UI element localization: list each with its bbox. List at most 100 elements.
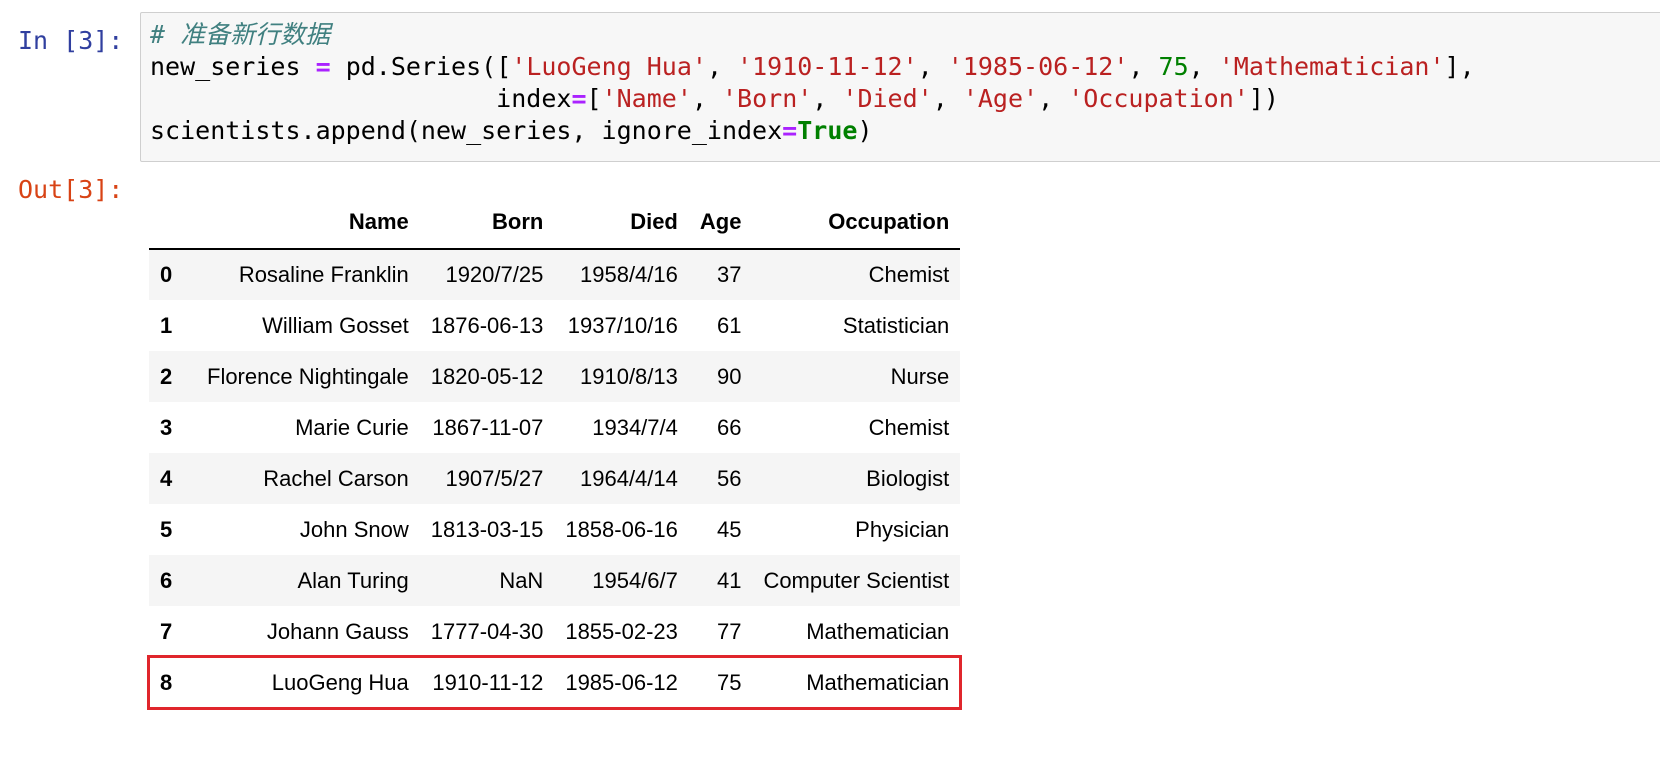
cell-occupation: Nurse bbox=[890, 363, 950, 389]
cell-name: William Gosset bbox=[262, 312, 409, 338]
cell-born: NaN bbox=[499, 567, 544, 593]
code-operator: = bbox=[571, 84, 587, 113]
header-occupation: Occupation bbox=[752, 196, 961, 250]
cell-born: 1867-11-07 bbox=[432, 414, 544, 440]
code-token: [ bbox=[586, 84, 602, 113]
cell-died: 1934/7/4 bbox=[592, 414, 678, 440]
cell-born: 1777-04-30 bbox=[430, 618, 544, 644]
code-token: , bbox=[812, 84, 843, 113]
cell-born: 1820-05-12 bbox=[430, 363, 544, 389]
cell-name: LuoGeng Hua bbox=[271, 669, 409, 695]
cell-age: 66 bbox=[716, 414, 742, 440]
cell-name: Marie Curie bbox=[295, 414, 409, 440]
cell-age: 90 bbox=[716, 363, 742, 389]
code-token: , bbox=[1128, 52, 1159, 81]
cell-occupation: Chemist bbox=[868, 414, 950, 440]
row-index: 6 bbox=[160, 567, 173, 593]
header-name: Name bbox=[196, 196, 420, 250]
table-row: 5 John Snow 1813-03-15 1858-06-16 45 Physicia… bbox=[149, 504, 960, 555]
output-prompt: Out[3]: bbox=[18, 175, 124, 204]
table-row-highlighted: 8 LuoGeng Hua 1910-11-12 1985-06-12 75 Mathem… bbox=[146, 655, 963, 710]
row-index: 1 bbox=[160, 312, 173, 338]
code-token: ]) bbox=[1248, 84, 1279, 113]
cell-died: 1855-02-23 bbox=[565, 618, 678, 644]
cell-occupation: Physician bbox=[855, 516, 950, 542]
header-age: Age bbox=[688, 196, 753, 250]
cell-died: 1958/4/16 bbox=[580, 262, 678, 287]
cell-name: Rachel Carson bbox=[263, 465, 409, 491]
header-row: Name Born Died Age Occupation bbox=[149, 196, 961, 250]
code-token: , bbox=[1188, 52, 1219, 81]
table-row: 2 Florence Nightingale 1820-05-12 1910/8/13… bbox=[149, 351, 961, 402]
cell-died: 1985-06-12 bbox=[565, 669, 678, 695]
cell-died: 1954/6/7 bbox=[592, 567, 678, 593]
cell-born: 1910-11-12 bbox=[432, 669, 544, 695]
cell-name: John Snow bbox=[299, 516, 409, 542]
cell-died: 1937/10/16 bbox=[567, 312, 678, 338]
code-line-1: # 准备新行数据 bbox=[150, 19, 1660, 51]
code-string: 'Died' bbox=[842, 84, 933, 113]
code-token: ], bbox=[1444, 52, 1475, 81]
cell-died: 1858-06-16 bbox=[565, 516, 678, 542]
code-string: 'LuoGeng Hua' bbox=[511, 52, 707, 81]
row-index: 4 bbox=[160, 465, 173, 491]
code-string: 'Occupation' bbox=[1068, 84, 1249, 113]
cell-age: 61 bbox=[716, 312, 742, 338]
header-born: Born bbox=[419, 196, 555, 250]
table-row: 4 Rachel Carson 1907/5/27 1964/4/14 56 Biolog… bbox=[149, 453, 961, 504]
code-comment: # 准备新行数据 bbox=[150, 20, 331, 49]
table-row: 1 William Gosset 1876-06-13 1937/10/16 61 Sta… bbox=[149, 300, 960, 351]
code-string: 'Born' bbox=[721, 84, 813, 113]
cell-died: 1964/4/14 bbox=[580, 465, 678, 491]
code-token: , bbox=[1038, 84, 1069, 113]
code-token: new_series bbox=[150, 52, 316, 81]
input-prompt: In [3]: bbox=[18, 26, 124, 55]
cell-born: 1920/7/25 bbox=[445, 262, 544, 287]
code-operator: = bbox=[782, 116, 798, 145]
cell-name: Rosaline Franklin bbox=[238, 262, 409, 287]
code-line-3: index=['Name', 'Born', 'Died', 'Age', 'O… bbox=[150, 83, 1660, 115]
cell-born: 1907/5/27 bbox=[445, 465, 544, 491]
code-token: ) bbox=[857, 116, 873, 145]
code-string: '1985-06-12' bbox=[947, 52, 1129, 81]
cell-occupation: Statistician bbox=[842, 312, 950, 338]
cell-occupation: Mathematician bbox=[806, 669, 950, 695]
code-string: 'Name' bbox=[601, 84, 692, 113]
code-string: '1910-11-12' bbox=[737, 52, 918, 81]
code-line-4: scientists.append(new_series, ignore_ind… bbox=[150, 115, 1660, 147]
code-token: index bbox=[150, 84, 572, 113]
cell-age: 75 bbox=[716, 669, 742, 695]
code-line-2: new_series = pd.Series(['LuoGeng Hua', '… bbox=[150, 51, 1660, 83]
code-token: , bbox=[706, 52, 738, 81]
code-token: , bbox=[691, 84, 722, 113]
dataframe-table: Name Born Died Age Occupation 0 Rosaline … bbox=[146, 196, 963, 710]
code-string: 'Mathematician' bbox=[1218, 52, 1445, 81]
cell-occupation: Computer Scientist bbox=[763, 567, 950, 593]
cell-name: Florence Nightingale bbox=[207, 363, 409, 389]
cell-born: 1813-03-15 bbox=[430, 516, 544, 542]
code-string: 'Age' bbox=[962, 84, 1039, 113]
row-index: 5 bbox=[160, 516, 173, 542]
row-index: 2 bbox=[160, 363, 173, 389]
header-died: Died bbox=[554, 196, 689, 250]
code-cell-input[interactable]: # 准备新行数据 new_series = pd.Series(['LuoGeng… bbox=[140, 12, 1660, 162]
table-row: 0 Rosaline Franklin 1920/7/25 1958/4/16 37 Ch… bbox=[149, 249, 961, 300]
table-row: 3 Marie Curie 1867-11-07 1934/7/4 66 Chemist bbox=[149, 402, 960, 453]
table-row: 7 Johann Gauss 1777-04-30 1855-02-23 77 Mathe… bbox=[149, 606, 960, 657]
code-keyword: True bbox=[797, 116, 858, 145]
cell-age: 45 bbox=[716, 516, 742, 542]
code-number: 75 bbox=[1158, 52, 1189, 81]
header-index bbox=[149, 196, 196, 250]
cell-age: 77 bbox=[716, 618, 742, 644]
cell-born: 1876-06-13 bbox=[430, 312, 544, 338]
code-operator: = bbox=[315, 52, 331, 81]
output-area: Name Born Died Age Occupation 0 Rosaline … bbox=[146, 196, 963, 710]
table-row: 6 Alan Turing NaN 1954/6/7 41 Computer Scient… bbox=[149, 555, 961, 606]
cell-age: 41 bbox=[716, 567, 742, 593]
row-index: 0 bbox=[160, 262, 173, 287]
cell-occupation: Biologist bbox=[866, 465, 950, 491]
code-token: pd.Series([ bbox=[330, 52, 512, 81]
cell-age: 37 bbox=[716, 262, 742, 287]
cell-name: Alan Turing bbox=[297, 567, 409, 593]
cell-occupation: Chemist bbox=[868, 262, 950, 287]
